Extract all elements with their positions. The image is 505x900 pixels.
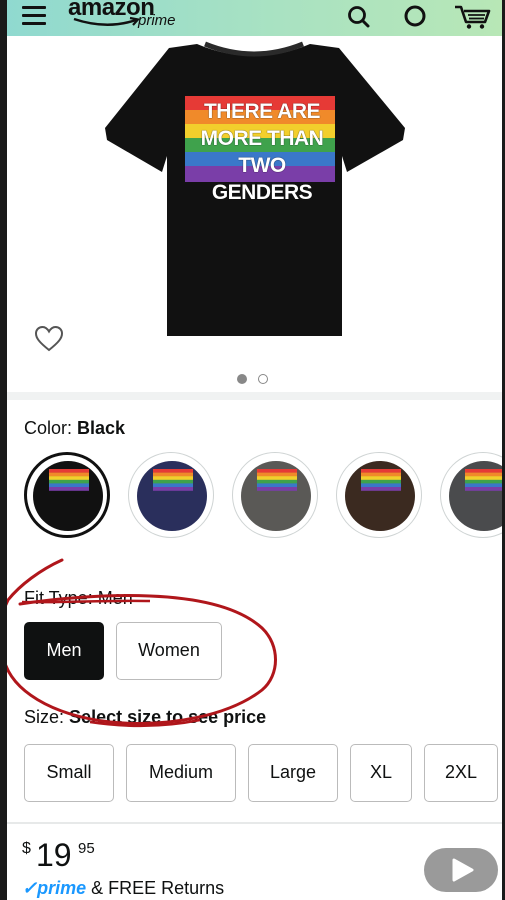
size-label-prefix: Size: bbox=[24, 707, 65, 727]
prime-check-icon: ✓ bbox=[22, 878, 38, 898]
swatch-rainbow-print bbox=[153, 469, 193, 491]
color-label: Color: Black bbox=[24, 418, 125, 439]
swatch-rainbow-print bbox=[361, 469, 401, 491]
hamburger-menu-icon[interactable] bbox=[22, 6, 46, 26]
price-fraction: 95 bbox=[78, 840, 95, 857]
swatch-shirt-thumbnail bbox=[345, 461, 415, 531]
amazon-prime-logo[interactable]: amazon prime bbox=[68, 0, 198, 34]
circle-icon[interactable] bbox=[402, 2, 428, 30]
logo-prime-text: prime bbox=[138, 12, 176, 29]
swatch-rainbow-print bbox=[49, 469, 89, 491]
swatch-rainbow-print bbox=[257, 469, 297, 491]
fit-type-women-button[interactable]: Women bbox=[116, 622, 222, 680]
image-pagination-dots bbox=[0, 370, 505, 386]
section-divider bbox=[7, 822, 502, 824]
color-label-value: Black bbox=[77, 418, 126, 438]
fit-type-label: Fit Type: Men bbox=[24, 588, 133, 608]
color-label-prefix: Color: bbox=[24, 418, 73, 438]
swatch-rainbow-print bbox=[465, 469, 505, 491]
swatch-shirt-thumbnail bbox=[137, 461, 207, 531]
pagination-dot[interactable] bbox=[257, 373, 268, 384]
play-arrow-icon bbox=[452, 858, 474, 882]
swatch-shirt-thumbnail bbox=[241, 461, 311, 531]
logo-smile-arrow bbox=[73, 16, 141, 26]
section-divider bbox=[7, 392, 502, 400]
size-label: Size: Select size to see price bbox=[24, 707, 266, 728]
free-returns-text[interactable]: & FREE Returns bbox=[91, 878, 224, 898]
shirt-slogan-line: TWO GENDERS bbox=[211, 154, 313, 204]
wishlist-heart-icon[interactable] bbox=[34, 324, 64, 354]
color-swatch-dark-heather[interactable] bbox=[440, 452, 505, 538]
fit-type-men-button[interactable]: Men bbox=[24, 622, 104, 680]
swatch-shirt-thumbnail bbox=[33, 461, 103, 531]
size-hint: Select size to see price bbox=[69, 707, 267, 727]
price-whole: 19 bbox=[36, 837, 72, 873]
shirt-slogan-line: THERE ARE bbox=[203, 100, 321, 123]
prime-badge: prime bbox=[37, 878, 87, 898]
size-2xl-button[interactable]: 2XL bbox=[424, 744, 498, 802]
price-currency: $ bbox=[22, 840, 31, 857]
top-nav-bar: amazon prime bbox=[0, 0, 505, 36]
phone-screen: amazon prime THERE ARE MORE THAN TWO GEN… bbox=[0, 0, 505, 900]
size-small-button[interactable]: Small bbox=[24, 744, 114, 802]
next-button[interactable] bbox=[424, 848, 498, 892]
shirt-slogan: THERE ARE MORE THAN TWO GENDERS bbox=[187, 98, 337, 206]
color-swatch-brown[interactable] bbox=[336, 452, 422, 538]
search-icon[interactable] bbox=[346, 2, 372, 30]
color-swatch-navy[interactable] bbox=[128, 452, 214, 538]
swatch-shirt-thumbnail bbox=[449, 461, 505, 531]
shipping-info: ✓prime & FREE Returns bbox=[22, 878, 224, 899]
product-image-area[interactable]: THERE ARE MORE THAN TWO GENDERS bbox=[7, 36, 502, 368]
color-swatch-gray[interactable] bbox=[232, 452, 318, 538]
pagination-dot-active[interactable] bbox=[237, 373, 248, 384]
screen-edge bbox=[0, 0, 7, 900]
cart-icon[interactable] bbox=[452, 2, 492, 30]
size-large-button[interactable]: Large bbox=[248, 744, 338, 802]
size-xl-button[interactable]: XL bbox=[350, 744, 412, 802]
size-medium-button[interactable]: Medium bbox=[126, 744, 236, 802]
shirt-slogan-line: MORE THAN bbox=[200, 127, 324, 150]
color-swatch-black[interactable] bbox=[24, 452, 110, 538]
